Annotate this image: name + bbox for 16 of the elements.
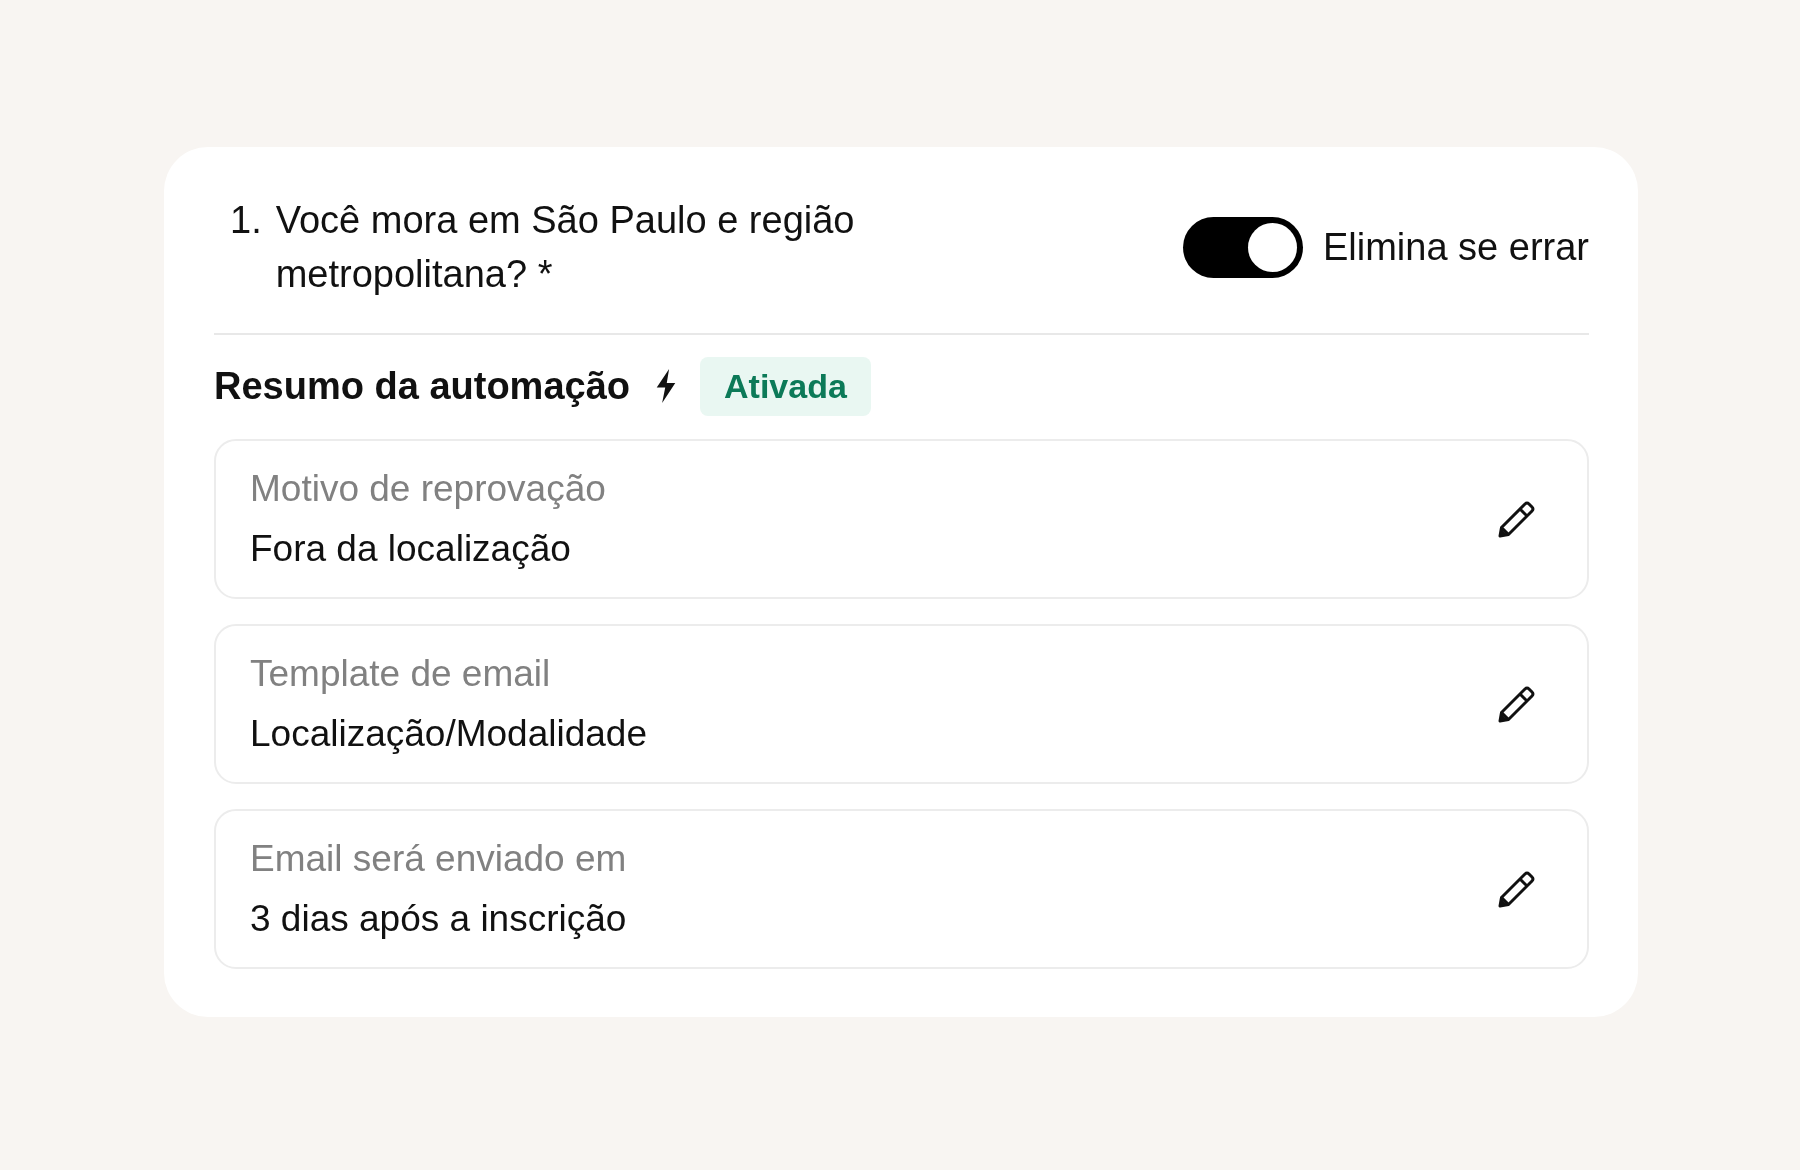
item-value: Fora da localização bbox=[250, 527, 572, 571]
toggle-label: Elimina se errar bbox=[1322, 225, 1589, 269]
item-value: 3 dias após a inscrição bbox=[250, 897, 627, 941]
item-label: Motivo de reprovação bbox=[250, 467, 606, 511]
item-label: Template de email bbox=[250, 652, 552, 696]
lightning-icon bbox=[654, 369, 678, 403]
summary-title: Resumo da automação bbox=[214, 364, 630, 408]
pencil-icon[interactable] bbox=[1497, 684, 1537, 724]
item-label: Email será enviado em bbox=[250, 837, 627, 881]
toggle-switch[interactable] bbox=[1182, 216, 1303, 278]
question-number: 1. bbox=[230, 198, 262, 243]
item-value: Localização/Modalidade bbox=[250, 712, 647, 756]
pencil-icon[interactable] bbox=[1497, 869, 1537, 909]
status-badge: Ativada bbox=[700, 356, 871, 416]
pencil-icon[interactable] bbox=[1497, 499, 1537, 539]
question-text: Você mora em São Paulo e região metropolitana? * bbox=[275, 198, 856, 297]
